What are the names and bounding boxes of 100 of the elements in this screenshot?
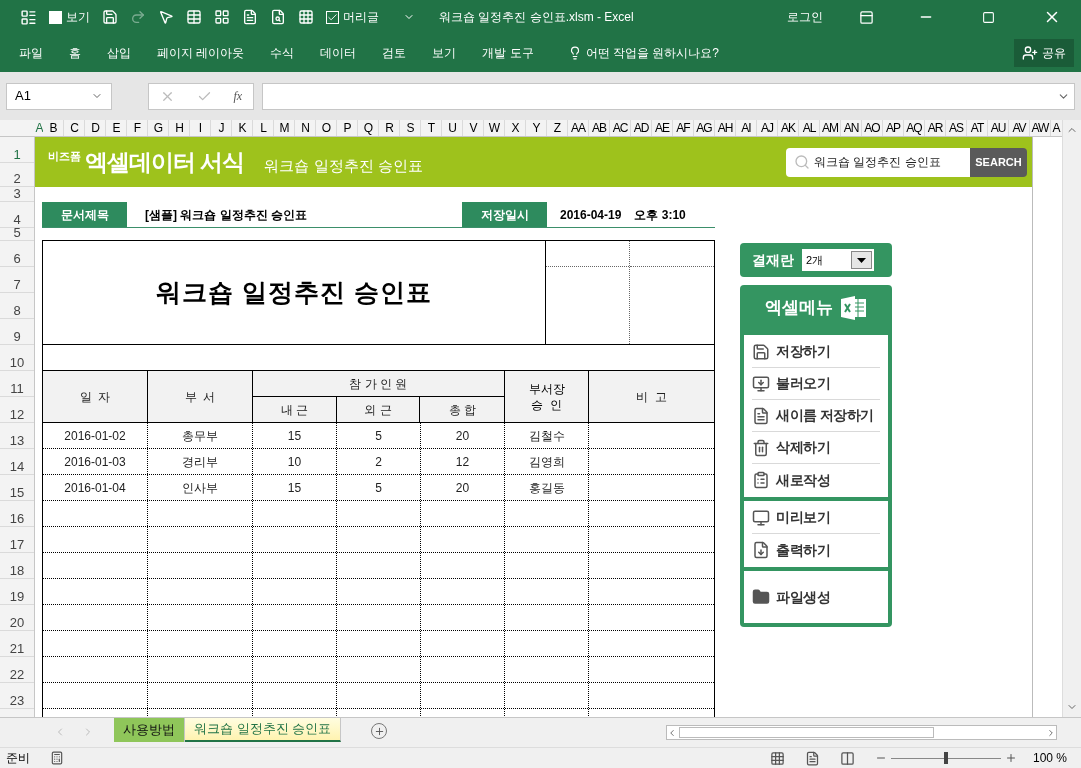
insert-function-button[interactable]: fx xyxy=(233,87,243,105)
column-header[interactable]: I xyxy=(190,120,211,136)
column-header[interactable]: Q xyxy=(358,120,379,136)
search-button[interactable]: SEARCH xyxy=(970,147,1027,177)
row-header[interactable]: 4 xyxy=(0,202,34,228)
grid-icon[interactable] xyxy=(298,9,314,25)
row-header[interactable]: 3 xyxy=(0,187,34,202)
menu-item[interactable]: 새이름 저장하기 xyxy=(776,405,874,426)
ribbon-tab[interactable]: 보기 xyxy=(432,44,457,62)
column-header[interactable]: X xyxy=(505,120,526,136)
column-header[interactable]: J xyxy=(211,120,232,136)
column-header[interactable]: AS xyxy=(946,120,967,136)
column-header[interactable]: AK xyxy=(778,120,799,136)
column-header[interactable]: K xyxy=(232,120,253,136)
column-header[interactable]: AV xyxy=(1009,120,1030,136)
column-header[interactable]: M xyxy=(274,120,295,136)
column-header[interactable]: AF xyxy=(673,120,694,136)
menu-item[interactable]: 저장하기 xyxy=(776,341,830,362)
column-header[interactable]: E xyxy=(106,120,127,136)
row-header[interactable]: 13 xyxy=(0,423,34,449)
sheet-tab[interactable]: 사용방법 xyxy=(114,718,185,742)
row-header[interactable]: 19 xyxy=(0,579,34,605)
column-header[interactable]: AN xyxy=(841,120,862,136)
row-header[interactable]: 7 xyxy=(0,267,34,293)
menu-item[interactable]: 파일생성 xyxy=(776,586,830,608)
ribbon-tab[interactable]: 수식 xyxy=(270,44,295,62)
row-header[interactable]: 9 xyxy=(0,319,34,345)
row-header[interactable]: 2 xyxy=(0,163,34,187)
row-header[interactable]: 14 xyxy=(0,449,34,475)
column-header[interactable]: B xyxy=(43,120,64,136)
menu-item[interactable]: 새로작성 xyxy=(776,469,830,491)
column-header[interactable]: Y xyxy=(526,120,547,136)
column-header[interactable]: AL xyxy=(799,120,820,136)
column-header[interactable]: AH xyxy=(715,120,736,136)
search-field[interactable]: 워크숍 일정추진 승인표 xyxy=(786,147,970,177)
column-header[interactable]: AW xyxy=(1030,120,1051,136)
pointer-icon[interactable] xyxy=(158,9,174,25)
scroll-left-icon[interactable] xyxy=(667,727,677,738)
row-header[interactable]: 8 xyxy=(0,293,34,319)
page-layout-icon[interactable] xyxy=(804,750,820,766)
column-header[interactable]: T xyxy=(421,120,442,136)
page-break-icon[interactable] xyxy=(839,750,855,766)
column-header[interactable]: AM xyxy=(820,120,841,136)
document-icon[interactable] xyxy=(242,9,258,25)
normal-view-icon[interactable] xyxy=(769,750,785,766)
ribbon-tab[interactable]: 검토 xyxy=(382,44,407,62)
row-header[interactable]: 17 xyxy=(0,527,34,553)
row-header[interactable]: 1 xyxy=(0,137,34,163)
row-header[interactable]: 11 xyxy=(0,371,34,397)
row-header[interactable]: 18 xyxy=(0,553,34,579)
column-header[interactable]: S xyxy=(400,120,421,136)
table-icon[interactable] xyxy=(186,9,202,25)
column-header[interactable]: Z xyxy=(547,120,568,136)
row-header[interactable]: 15 xyxy=(0,475,34,501)
column-header[interactable]: AT xyxy=(967,120,988,136)
ribbon-tab[interactable]: 개발 도구 xyxy=(482,44,534,62)
ribbon-tab[interactable]: 홈 xyxy=(69,44,81,62)
zoom-in-icon[interactable] xyxy=(1004,752,1017,764)
column-header[interactable]: A xyxy=(1051,120,1061,136)
column-header[interactable]: W xyxy=(484,120,505,136)
ribbon-tab[interactable]: 삽입 xyxy=(107,44,131,62)
column-header[interactable]: AR xyxy=(925,120,946,136)
column-header[interactable]: R xyxy=(379,120,400,136)
column-header[interactable]: D xyxy=(85,120,106,136)
checkbox[interactable] xyxy=(49,10,62,24)
row-header[interactable]: 6 xyxy=(0,241,34,267)
scroll-right-icon[interactable] xyxy=(1046,727,1056,738)
column-header[interactable]: AD xyxy=(631,120,652,136)
column-header[interactable]: V xyxy=(463,120,484,136)
horizontal-scrollbar[interactable] xyxy=(666,725,1057,740)
grid-icon[interactable] xyxy=(214,9,230,25)
row-header[interactable]: 12 xyxy=(0,397,34,423)
column-header[interactable]: L xyxy=(253,120,274,136)
menu-item[interactable]: 삭제하기 xyxy=(776,437,830,458)
column-header[interactable]: AP xyxy=(883,120,904,136)
menu-item[interactable]: 출력하기 xyxy=(776,539,830,561)
ribbon-display-icon[interactable] xyxy=(859,9,874,25)
row-header[interactable]: 20 xyxy=(0,605,34,631)
column-header[interactable]: AB xyxy=(589,120,610,136)
macro-icon[interactable] xyxy=(50,751,64,765)
zoom-level[interactable]: 100 % xyxy=(1032,749,1067,767)
login-link[interactable]: 로그인 xyxy=(787,8,823,26)
save-icon[interactable] xyxy=(102,9,118,25)
ribbon-tab[interactable]: 데이터 xyxy=(320,44,357,62)
checkbox[interactable] xyxy=(326,10,339,24)
column-header[interactable]: H xyxy=(169,120,190,136)
column-header[interactable]: F xyxy=(127,120,148,136)
column-header[interactable]: P xyxy=(337,120,358,136)
column-header[interactable]: AC xyxy=(610,120,631,136)
ribbon-tab[interactable]: 페이지 레이아웃 xyxy=(157,44,245,62)
formula-field[interactable] xyxy=(262,82,1075,110)
form-icon[interactable] xyxy=(20,8,37,26)
column-header[interactable]: AU xyxy=(988,120,1009,136)
approval-dropdown[interactable]: 2개 xyxy=(802,249,874,271)
row-header[interactable]: 10 xyxy=(0,345,34,371)
column-header[interactable]: AQ xyxy=(904,120,925,136)
column-header[interactable]: U xyxy=(442,120,463,136)
column-header[interactable]: N xyxy=(295,120,316,136)
share-button[interactable]: 공유 xyxy=(1014,39,1074,67)
row-header[interactable]: 22 xyxy=(0,657,34,683)
